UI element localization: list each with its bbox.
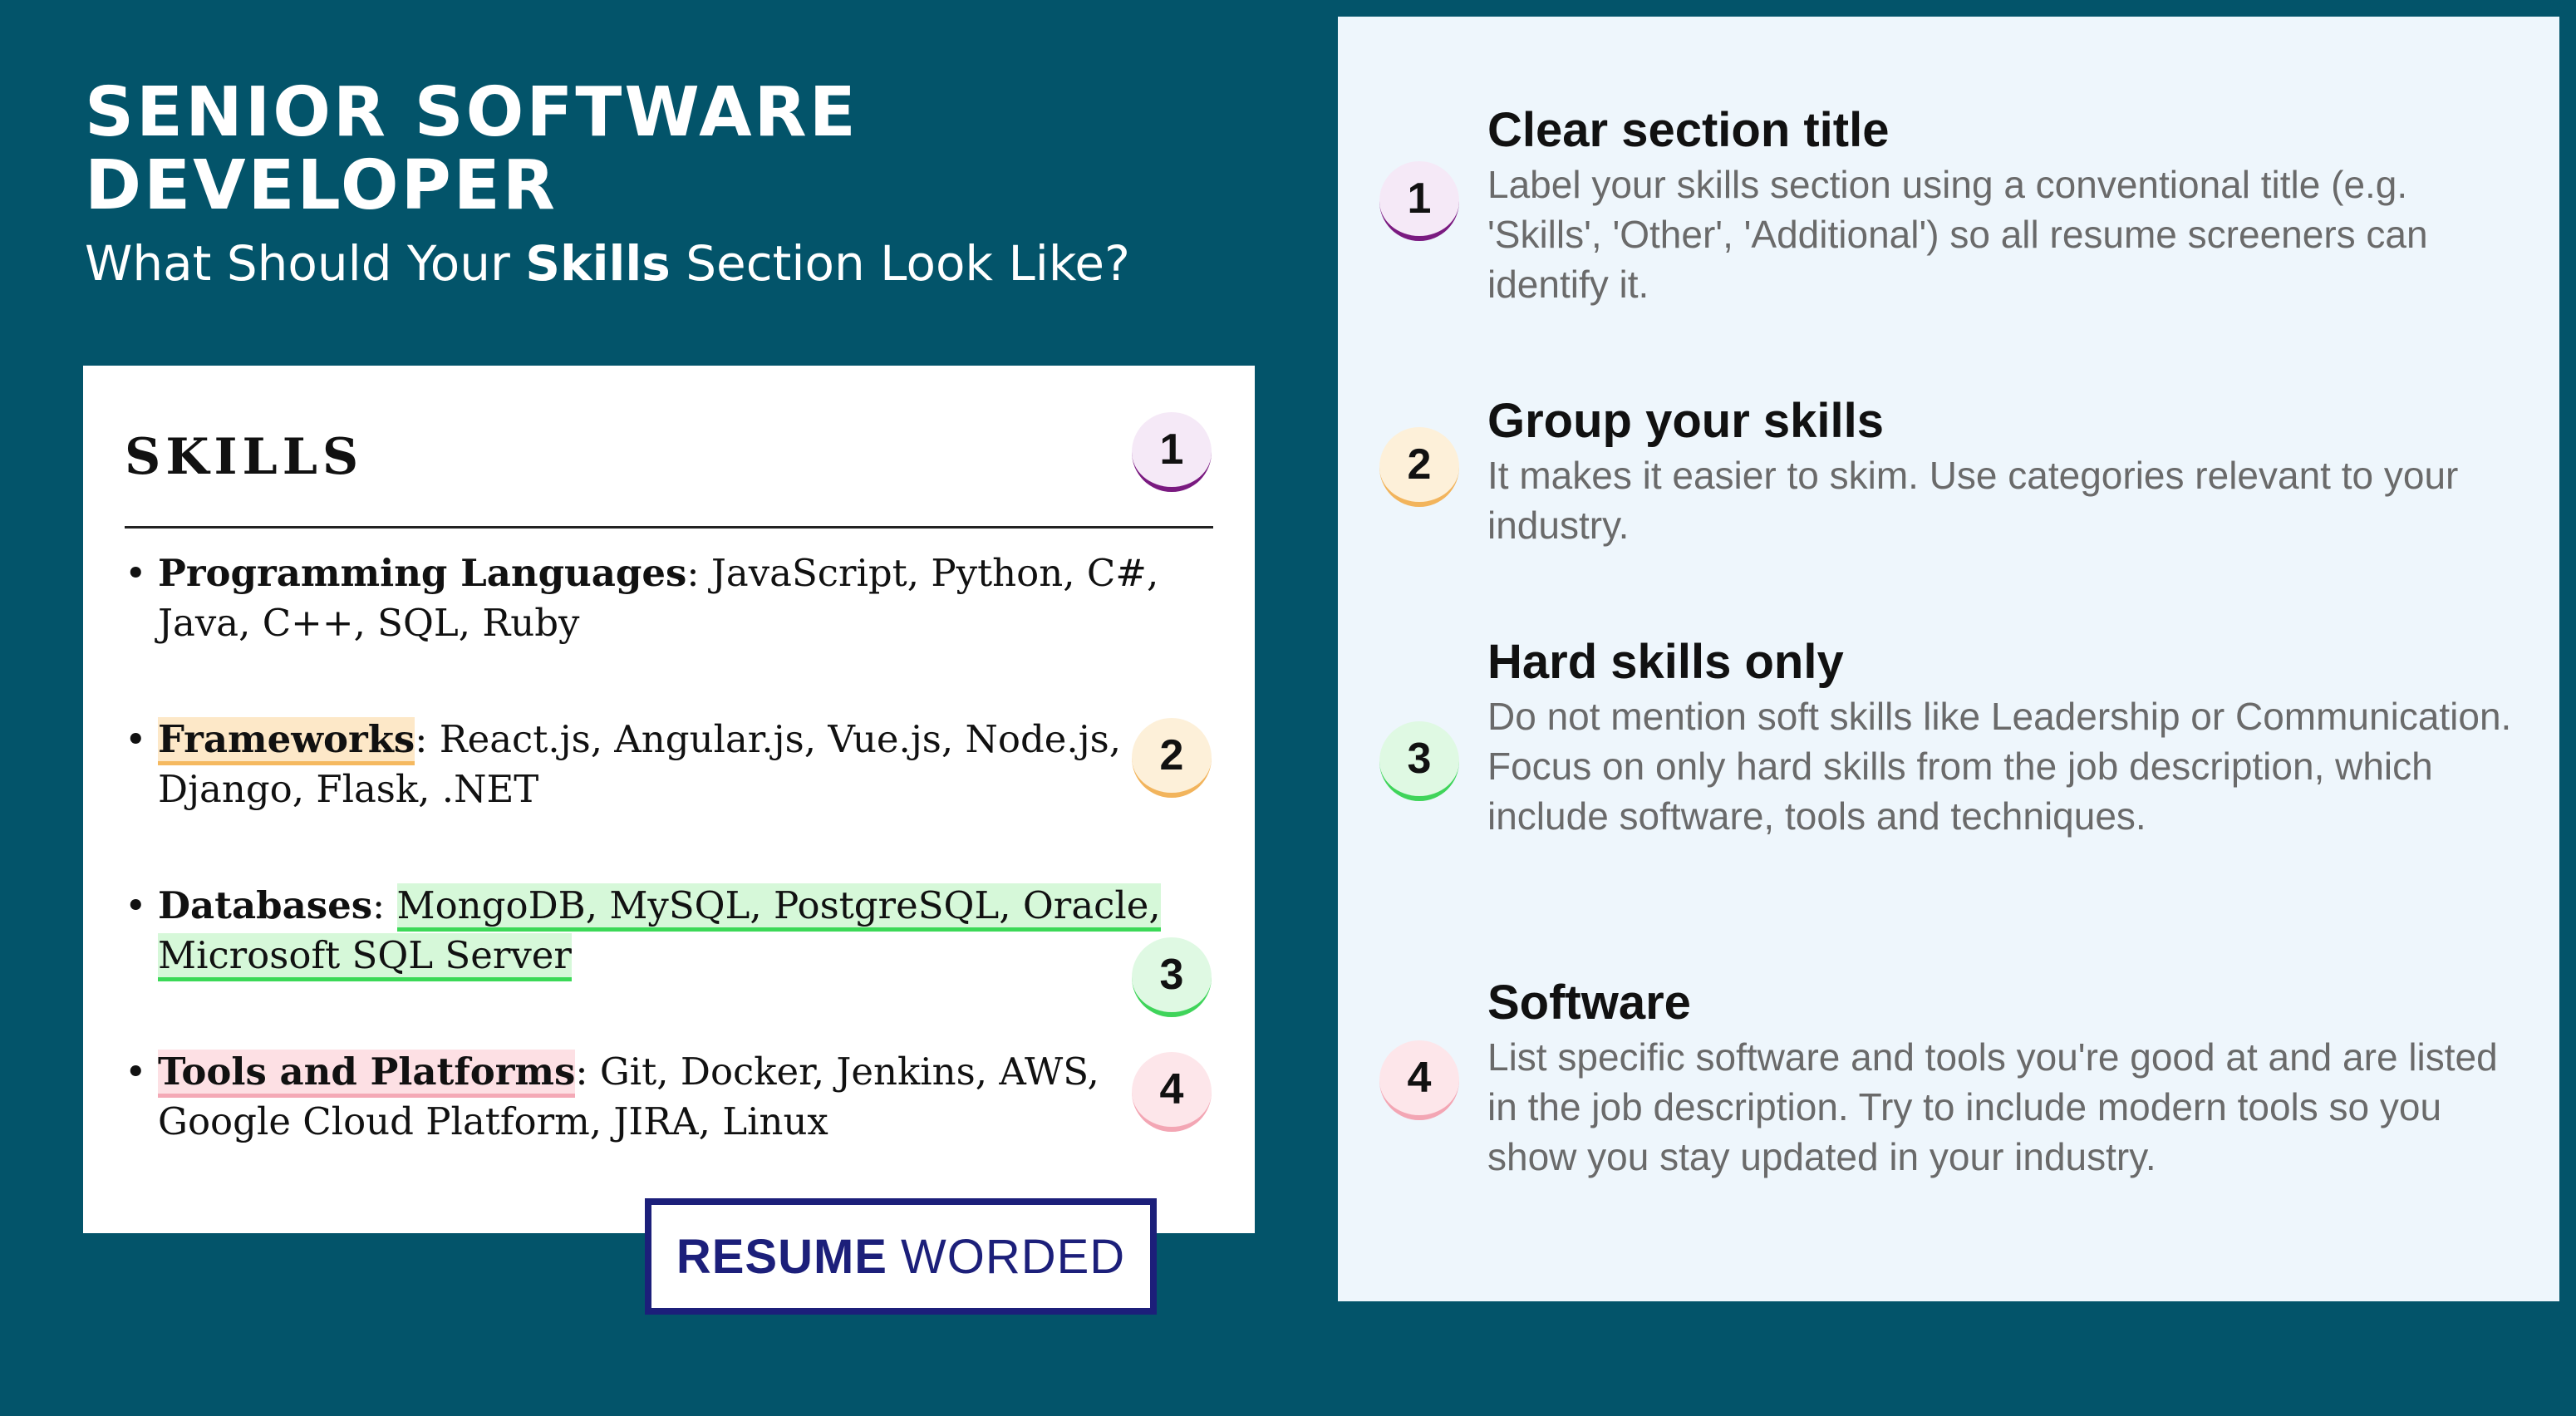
skill-label: Programming Languages — [158, 551, 687, 595]
tip-4: Software List specific software and tool… — [1487, 974, 2526, 1182]
logo-bold: RESUME — [676, 1229, 887, 1284]
tip-2: Group your skills It makes it easier to … — [1487, 392, 2526, 550]
badge-4: 4 — [1132, 1052, 1212, 1132]
subtitle-bold: Skills — [525, 235, 671, 292]
skill-separator: : — [372, 883, 397, 927]
heading-divider — [125, 526, 1213, 529]
tip-badge-1: 1 — [1379, 161, 1459, 241]
tip-body: Do not mention soft skills like Leadersh… — [1487, 695, 2512, 838]
skill-separator: : — [575, 1050, 600, 1094]
skill-separator: : — [686, 551, 711, 595]
skills-list: Programming Languages: JavaScript, Pytho… — [125, 548, 1222, 1213]
subtitle-post: Section Look Like? — [670, 235, 1130, 292]
tip-body: Label your skills section using a conven… — [1487, 163, 2428, 306]
tip-badge-2: 2 — [1379, 427, 1459, 507]
skill-separator: : — [415, 717, 440, 761]
skill-label: Databases — [158, 883, 373, 927]
tip-title: Clear section title — [1487, 103, 1890, 157]
logo-light: WORDED — [900, 1229, 1126, 1284]
skill-item-programming: Programming Languages: JavaScript, Pytho… — [125, 548, 1222, 648]
tip-3: Hard skills only Do not mention soft ski… — [1487, 633, 2526, 841]
title-line-2: DEVELOPER — [85, 146, 558, 225]
badge-2: 2 — [1132, 718, 1212, 798]
title-line-1: SENIOR SOFTWARE — [85, 73, 858, 152]
tips-panel: 1 Clear section title Label your skills … — [1338, 17, 2559, 1301]
subtitle-pre: What Should Your — [85, 235, 526, 292]
badge-1: 1 — [1132, 412, 1212, 492]
tip-1: Clear section title Label your skills se… — [1487, 101, 2526, 309]
badge-3: 3 — [1132, 937, 1212, 1017]
tip-body: It makes it easier to skim. Use categori… — [1487, 454, 2459, 547]
skill-item-tools: Tools and Platforms: Git, Docker, Jenkin… — [125, 1047, 1222, 1147]
tip-badge-4: 4 — [1379, 1040, 1459, 1120]
resume-skills-card: SKILLS Programming Languages: JavaScript… — [83, 366, 1255, 1233]
skill-label: Tools and Platforms — [158, 1050, 576, 1098]
skill-label: Frameworks — [158, 717, 415, 765]
tip-body: List specific software and tools you're … — [1487, 1035, 2498, 1178]
tip-title: Software — [1487, 976, 1691, 1030]
tip-title: Hard skills only — [1487, 635, 1844, 689]
skills-heading: SKILLS — [125, 428, 364, 486]
page-subtitle: What Should Your Skills Section Look Lik… — [85, 234, 1130, 293]
page-title: SENIOR SOFTWARE DEVELOPER — [85, 76, 858, 223]
tip-title: Group your skills — [1487, 394, 1884, 448]
skill-item-databases: Databases: MongoDB, MySQL, PostgreSQL, O… — [125, 881, 1222, 981]
resume-worded-logo: RESUME WORDED — [645, 1198, 1157, 1315]
skill-item-frameworks: Frameworks: React.js, Angular.js, Vue.js… — [125, 715, 1222, 814]
tip-badge-3: 3 — [1379, 721, 1459, 801]
